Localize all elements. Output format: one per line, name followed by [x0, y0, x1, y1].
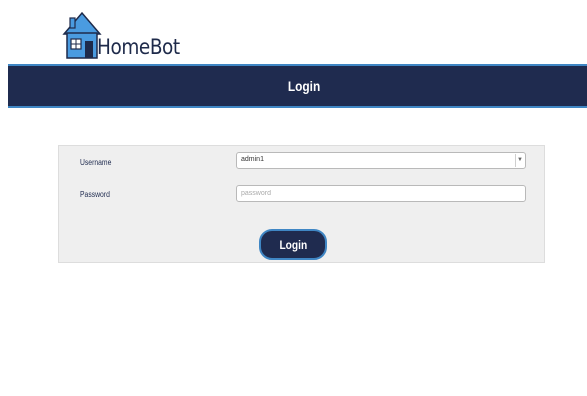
username-select-value: admin1: [241, 156, 264, 163]
house-icon: [62, 11, 102, 59]
login-button[interactable]: Login: [259, 229, 327, 260]
login-form: Username admin1 ▼ Password Login: [58, 145, 545, 263]
login-page: HomeBot Login Username admin1 ▼ Password…: [0, 0, 587, 396]
password-label: Password: [80, 190, 110, 199]
logo-text: HomeBot: [97, 35, 180, 59]
homebot-logo: HomeBot: [62, 10, 182, 62]
chevron-down-icon[interactable]: ▼: [515, 154, 524, 167]
page-header: Login: [8, 64, 587, 108]
username-label: Username: [80, 158, 112, 167]
login-button-label: Login: [279, 237, 307, 252]
page-title: Login: [288, 78, 321, 94]
password-input[interactable]: [236, 185, 526, 202]
username-select[interactable]: admin1 ▼: [236, 152, 526, 169]
